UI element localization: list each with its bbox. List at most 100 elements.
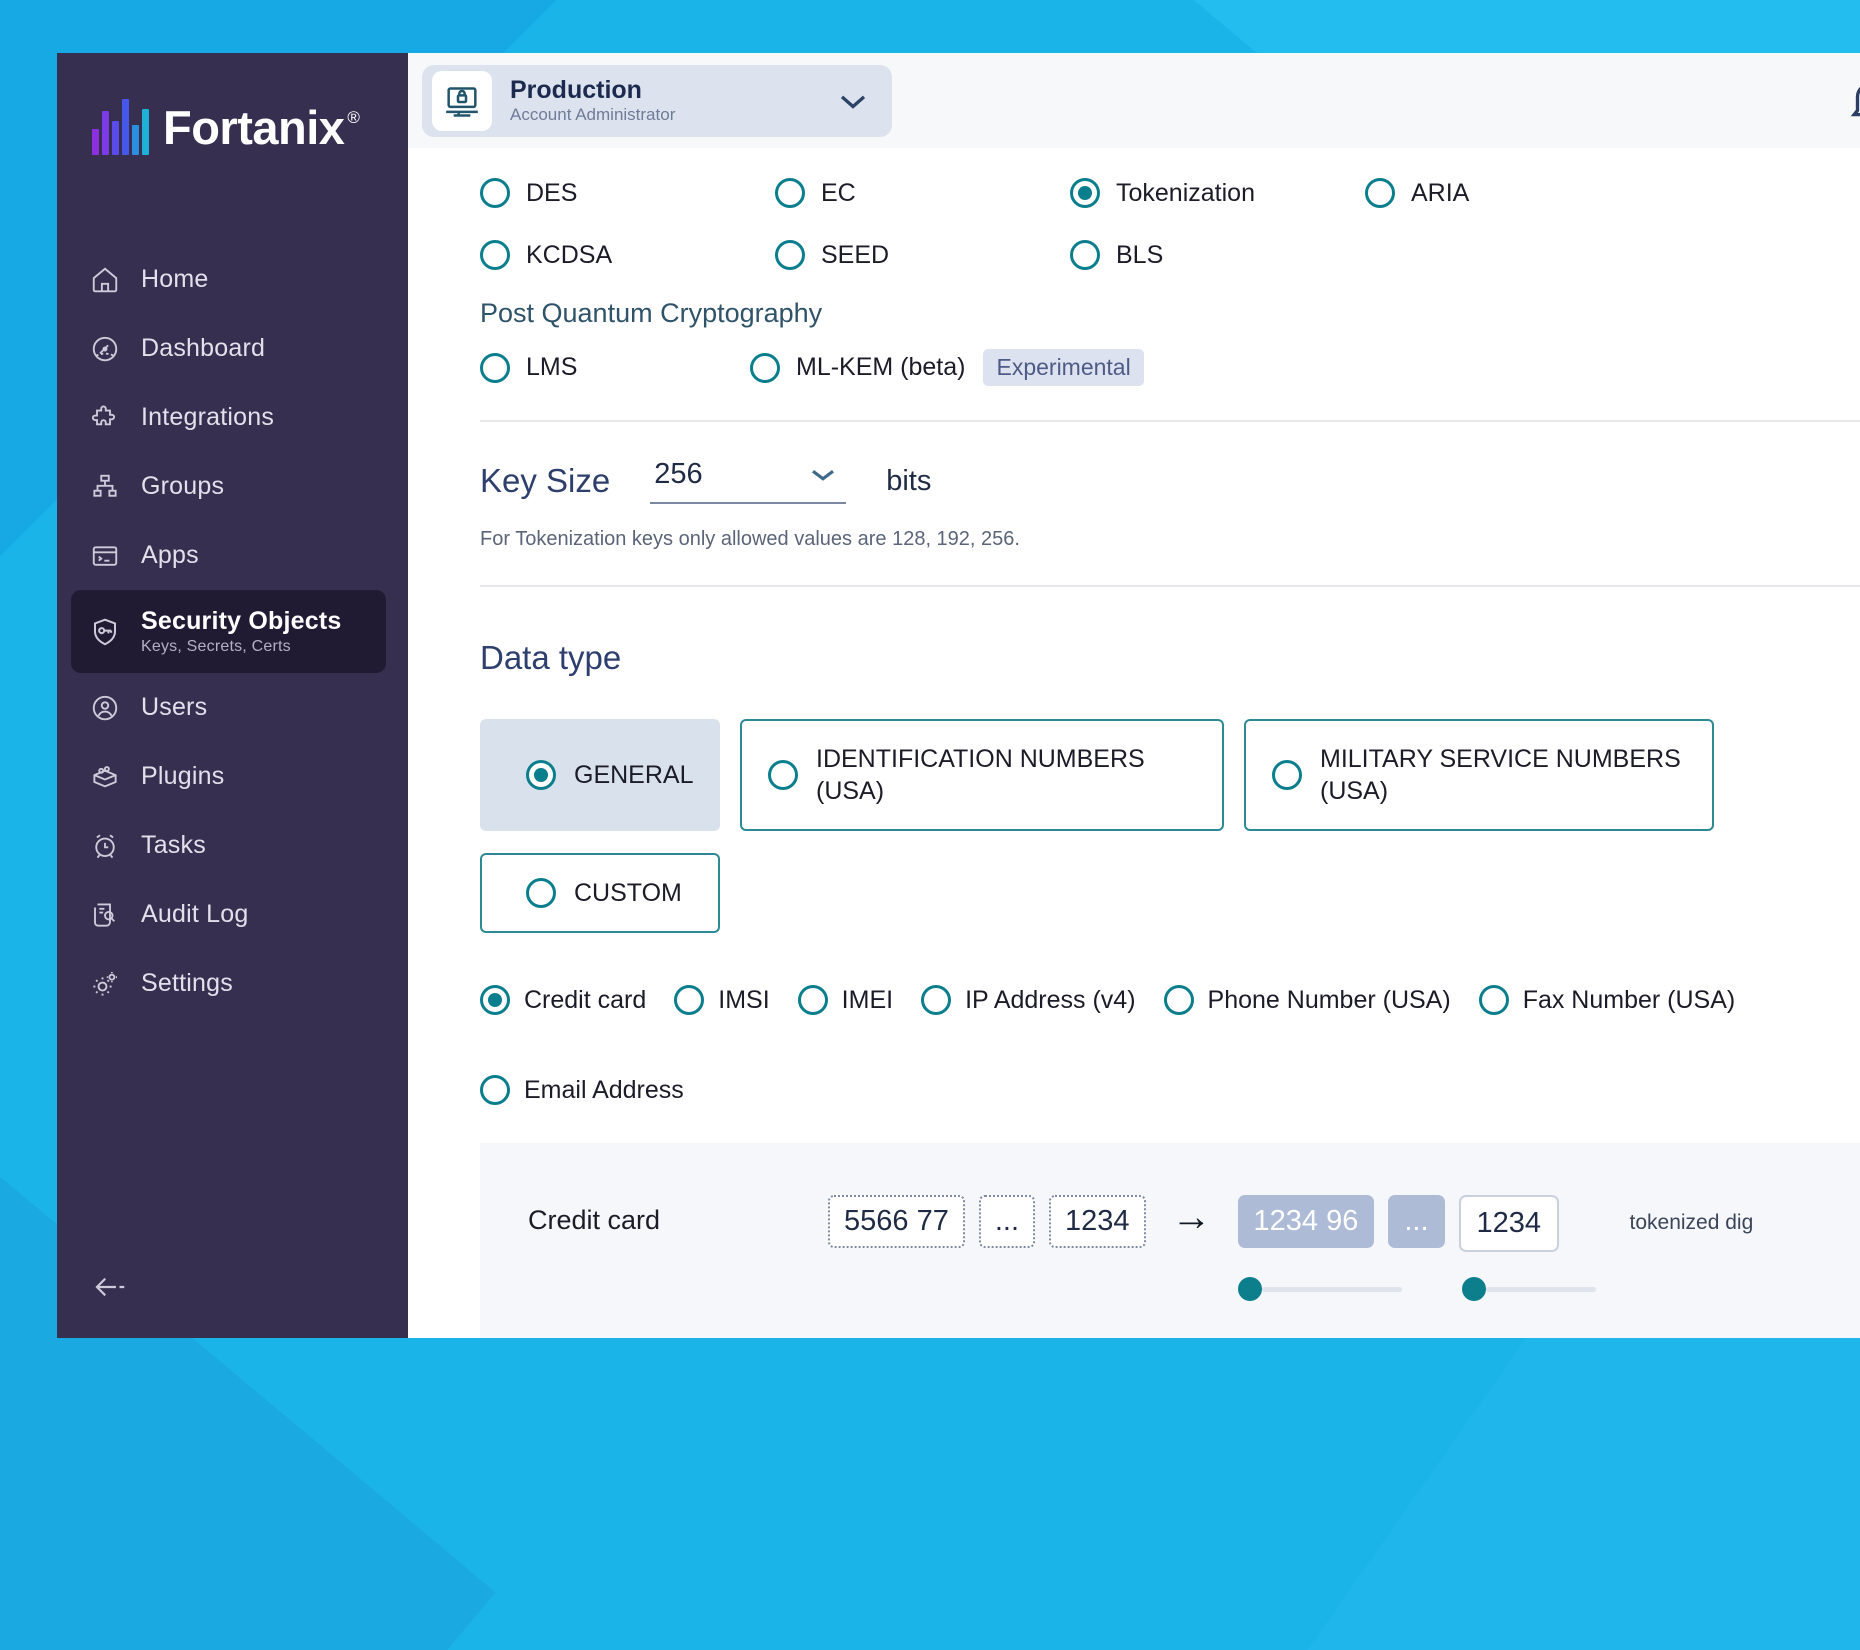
data-subtype-phone-number[interactable]: Phone Number (USA) — [1163, 985, 1451, 1015]
slider-knob[interactable] — [1237, 1277, 1262, 1301]
radio-icon-selected[interactable] — [526, 760, 556, 790]
sidebar-item-label: Security Objects — [141, 607, 342, 635]
experimental-badge: Experimental — [983, 349, 1144, 386]
radio-icon[interactable] — [775, 240, 805, 270]
slider-knob[interactable] — [1461, 1277, 1486, 1301]
account-selector[interactable]: Production Account Administrator — [422, 64, 892, 137]
slider-track[interactable] — [1261, 1286, 1402, 1292]
data-type-card-custom[interactable]: CUSTOM — [480, 853, 720, 933]
sidebar-item-plugins[interactable]: Plugins — [57, 742, 408, 811]
radio-icon[interactable] — [1272, 760, 1302, 790]
laptop-lock-icon — [432, 70, 492, 131]
radio-icon[interactable] — [921, 985, 952, 1015]
pqc-option-mlkem[interactable]: ML-KEM (beta) — [750, 352, 965, 383]
sidebar-item-label: Plugins — [141, 762, 225, 790]
preview-label: Credit card — [528, 1205, 661, 1235]
algorithm-option-tokenization[interactable]: Tokenization — [1070, 178, 1365, 208]
home-icon — [89, 264, 121, 296]
data-type-card-label: MILITARY SERVICE NUMBERS (USA) — [1320, 743, 1681, 807]
sidebar-item-users[interactable]: Users — [57, 673, 408, 742]
account-name: Production — [510, 75, 642, 104]
token-digit-box: ... — [1388, 1195, 1445, 1248]
key-size-hint: For Tokenization keys only allowed value… — [480, 528, 1020, 550]
key-size-label: Key Size — [480, 462, 611, 499]
sidebar-item-audit-log[interactable]: Audit Log — [57, 880, 408, 949]
algorithm-option-des[interactable]: DES — [480, 178, 775, 208]
radio-icon[interactable] — [1478, 985, 1509, 1015]
radio-icon-selected[interactable] — [1070, 178, 1100, 208]
sidebar-item-apps[interactable]: Apps — [57, 521, 408, 590]
sidebar-item-home[interactable]: Home — [57, 245, 408, 314]
data-subtype-label: Phone Number (USA) — [1207, 985, 1451, 1014]
notification-bell-icon[interactable] — [1845, 76, 1860, 126]
radio-icon-selected[interactable] — [480, 985, 510, 1015]
radio-icon[interactable] — [526, 878, 556, 908]
algorithm-option-seed[interactable]: SEED — [775, 240, 1070, 270]
sidebar-item-tasks[interactable]: Tasks — [57, 811, 408, 880]
algorithm-option-aria[interactable]: ARIA — [1365, 178, 1660, 208]
shield-key-icon — [89, 616, 121, 648]
data-type-card-military-service-numbers[interactable]: MILITARY SERVICE NUMBERS (USA) — [1244, 719, 1714, 831]
sidebar-item-groups[interactable]: Groups — [57, 452, 408, 521]
pqc-label: LMS — [526, 353, 578, 381]
token-digit-box: 1234 — [1458, 1195, 1560, 1252]
algorithm-label: EC — [821, 178, 856, 207]
radio-icon[interactable] — [480, 1075, 510, 1105]
card-line-1: MILITARY SERVICE NUMBERS — [1320, 745, 1681, 773]
tokenization-preview-panel: Credit card 5566 77 ... 1234 → 1234 96 .… — [480, 1143, 1860, 1338]
radio-icon[interactable] — [750, 352, 780, 383]
data-subtype-fax-number[interactable]: Fax Number (USA) — [1478, 985, 1735, 1015]
sidebar-item-security-objects[interactable]: Security Objects Keys, Secrets, Certs — [71, 590, 386, 673]
data-subtype-label: Credit card — [524, 985, 647, 1014]
card-line-1: IDENTIFICATION NUMBERS — [816, 745, 1145, 773]
chevron-down-icon[interactable] — [836, 90, 870, 112]
sidebar-item-label: Integrations — [141, 403, 275, 431]
sidebar-item-settings[interactable]: Settings — [57, 949, 408, 1018]
sidebar-nav: Home Dashboard Integrations Groups Apps … — [57, 245, 408, 1018]
data-subtype-ip-address[interactable]: IP Address (v4) — [921, 985, 1136, 1015]
data-type-title: Data type — [480, 639, 622, 676]
radio-icon[interactable] — [480, 240, 510, 270]
sidebar-item-dashboard[interactable]: Dashboard — [57, 314, 408, 383]
source-digit-boxes: 5566 77 ... 1234 — [828, 1195, 1146, 1248]
radio-icon[interactable] — [797, 985, 828, 1015]
algorithm-option-bls[interactable]: BLS — [1070, 240, 1365, 270]
key-size-unit: bits — [886, 464, 932, 497]
radio-icon[interactable] — [480, 352, 510, 383]
sidebar-item-label: Home — [141, 265, 209, 293]
arrow-right-icon: → — [1171, 1195, 1212, 1239]
sidebar-collapse-button[interactable] — [91, 1272, 135, 1306]
data-subtype-credit-card[interactable]: Credit card — [480, 985, 646, 1015]
data-subtype-imei[interactable]: IMEI — [797, 985, 893, 1015]
trailing-digits-slider[interactable] — [1461, 1277, 1596, 1301]
pqc-option-lms[interactable]: LMS — [480, 352, 750, 383]
key-size-select[interactable]: 256 — [650, 458, 847, 504]
radio-icon[interactable] — [1163, 985, 1194, 1015]
data-type-card-identification-numbers[interactable]: IDENTIFICATION NUMBERS (USA) — [740, 719, 1224, 831]
sidebar-item-sublabel: Keys, Secrets, Certs — [141, 638, 291, 655]
radio-icon[interactable] — [775, 178, 805, 208]
data-subtype-imsi[interactable]: IMSI — [674, 985, 770, 1015]
radio-icon[interactable] — [674, 985, 705, 1015]
algorithm-option-kcdsa[interactable]: KCDSA — [480, 240, 775, 270]
data-type-card-general[interactable]: GENERAL — [480, 719, 720, 831]
radio-icon[interactable] — [480, 178, 510, 208]
algorithm-option-ec[interactable]: EC — [775, 178, 1070, 208]
data-subtype-email-address[interactable]: Email Address — [480, 1075, 684, 1105]
brand-logo[interactable]: Fortanix ® — [57, 53, 408, 201]
alarm-clock-icon — [89, 830, 121, 862]
slider-track[interactable] — [1485, 1286, 1596, 1292]
data-subtype-options: Credit card IMSI IMEI IP Address (v4) Ph… — [480, 985, 1860, 1105]
sidebar-item-label: Apps — [141, 541, 199, 569]
sidebar-item-integrations[interactable]: Integrations — [57, 383, 408, 452]
radio-icon[interactable] — [1070, 240, 1100, 270]
leading-digits-slider[interactable] — [1237, 1277, 1402, 1301]
radio-icon[interactable] — [768, 760, 798, 790]
data-subtype-label: IMSI — [718, 985, 770, 1014]
radio-icon[interactable] — [1365, 178, 1395, 208]
fortanix-logo-icon — [92, 99, 149, 155]
sidebar-item-label: Groups — [141, 472, 225, 500]
sidebar-item-label: Settings — [141, 969, 233, 997]
sidebar-item-label: Audit Log — [141, 900, 249, 928]
user-circle-icon — [89, 692, 121, 724]
